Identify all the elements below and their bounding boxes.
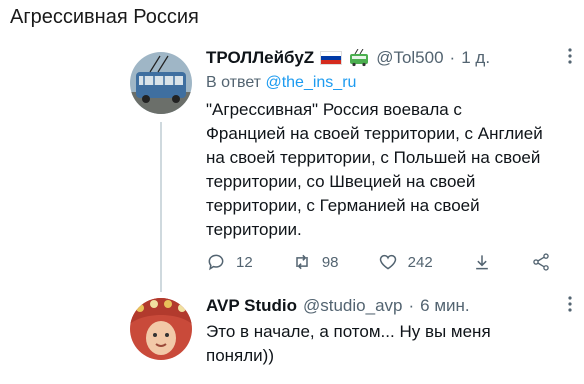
display-name[interactable]: ТРОЛЛейбуZ bbox=[206, 48, 314, 68]
avatar-trolleybus-image bbox=[130, 52, 192, 114]
trolleybus-icon bbox=[350, 49, 369, 67]
reply-prefix: В ответ bbox=[206, 74, 262, 91]
reply-context: В ответ @the_ins_ru bbox=[206, 74, 564, 92]
reply-button[interactable]: 12 bbox=[206, 252, 253, 272]
avatar[interactable] bbox=[130, 52, 192, 114]
separator-dot: · bbox=[408, 296, 415, 315]
like-button[interactable]: 242 bbox=[378, 252, 433, 272]
timestamp[interactable]: 1 д. bbox=[461, 48, 490, 68]
like-count: 242 bbox=[407, 253, 433, 271]
russia-flag-icon bbox=[320, 51, 343, 65]
more-options-icon[interactable] bbox=[568, 296, 572, 312]
avatar[interactable] bbox=[130, 298, 192, 360]
reply-count: 12 bbox=[236, 253, 253, 271]
retweet-button[interactable]: 98 bbox=[292, 252, 339, 272]
page-title: Агрессивная Россия bbox=[10, 6, 199, 28]
tweet-header: ТРОЛЛейбуZ @Tol500 · 1 д. bbox=[206, 48, 564, 68]
retweet-icon bbox=[296, 254, 308, 270]
tweet-avp-studio[interactable]: AVP Studio @studio_avp · 6 мин. Это в на… bbox=[0, 290, 584, 384]
display-name[interactable]: AVP Studio bbox=[206, 296, 297, 316]
user-handle[interactable]: @studio_avp bbox=[303, 296, 403, 316]
user-handle[interactable]: @Tol500 bbox=[376, 48, 443, 68]
share-icon bbox=[533, 253, 549, 271]
download-icon bbox=[475, 255, 488, 270]
reply-icon bbox=[208, 254, 224, 271]
heart-icon bbox=[379, 254, 396, 270]
separator-dot: · bbox=[449, 48, 456, 67]
avatar-child-headdress-image bbox=[130, 298, 192, 360]
tweet-troll[interactable]: ТРОЛЛейбуZ @Tol500 · 1 д. В ответ @the_i… bbox=[0, 42, 584, 282]
download-button[interactable] bbox=[472, 252, 492, 272]
tweet-text: "Агрессивная" Россия воевала с Францией … bbox=[206, 100, 543, 239]
more-options-icon[interactable] bbox=[568, 48, 572, 64]
tweet-text: Это в начале, а потом... Ну вы меня поня… bbox=[206, 322, 491, 365]
share-button[interactable] bbox=[531, 252, 551, 272]
reply-handle-link[interactable]: @the_ins_ru bbox=[265, 74, 356, 91]
retweet-count: 98 bbox=[321, 253, 339, 271]
tweet-actions: 12 98 242 bbox=[206, 252, 551, 272]
timestamp[interactable]: 6 мин. bbox=[420, 296, 469, 316]
tweet-header: AVP Studio @studio_avp · 6 мин. bbox=[206, 296, 564, 316]
